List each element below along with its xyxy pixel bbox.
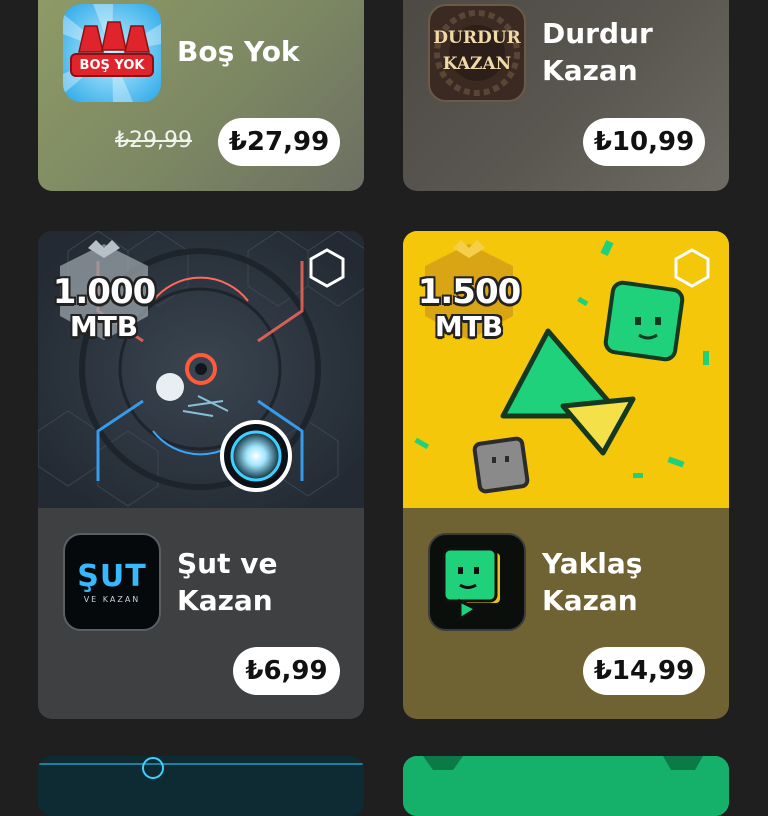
game-card-bos-yok[interactable]: BOŞ YOK Boş Yok ₺29,99 ₺27,99 — [38, 0, 364, 191]
game-card-durdur-kazan[interactable]: DURDUR KAZAN Durdur Kazan ₺10,99 — [403, 0, 729, 191]
durdur-icon-text-1: DURDUR — [433, 28, 521, 48]
yaklas-reward-amount: 1.500 — [417, 272, 522, 312]
yaklas-kazan-title: Yaklaş Kazan — [542, 545, 702, 619]
durdur-kazan-title-line2: Kazan — [542, 54, 638, 87]
durdur-kazan-title-line1: Durdur — [542, 17, 653, 50]
bos-yok-app-icon: BOŞ YOK — [63, 4, 161, 102]
yaklas-kazan-title-line2: Kazan — [542, 584, 638, 617]
yaklas-kazan-app-icon — [428, 533, 526, 631]
bos-yok-old-price: ₺29,99 — [115, 128, 192, 153]
game-card-partial-right[interactable] — [403, 756, 729, 816]
sut-icon-text-2: VE KAZAN — [83, 595, 141, 604]
sut-ve-kazan-title: Şut ve Kazan — [177, 545, 337, 619]
game-card-sut-ve-kazan[interactable]: 1.000 MTB ŞUT VE KAZAN Şut ve Kazan ₺6,9… — [38, 231, 364, 719]
sut-ve-kazan-title-line1: Şut ve — [177, 547, 278, 580]
yaklas-kazan-price-button[interactable]: ₺14,99 — [583, 647, 705, 695]
sut-reward-unit: MTB — [69, 310, 139, 343]
hexagon-icon — [674, 248, 710, 288]
sut-icon-text-1: ŞUT — [77, 559, 147, 594]
sut-ve-kazan-title-line2: Kazan — [177, 584, 273, 617]
sut-reward-badge: 1.000 MTB — [48, 236, 160, 346]
game-card-partial-left[interactable] — [38, 756, 364, 816]
yaklas-reward-badge: 1.500 MTB — [413, 236, 525, 346]
bos-yok-icon-text: BOŞ YOK — [79, 58, 145, 73]
sut-ve-kazan-price-button[interactable]: ₺6,99 — [233, 647, 340, 695]
sut-reward-amount: 1.000 — [52, 272, 157, 312]
bos-yok-title: Boş Yok — [177, 35, 300, 68]
game-card-yaklas-kazan[interactable]: 1.500 MTB Yaklaş Kazan ₺14,99 — [403, 231, 729, 719]
durdur-kazan-price-button[interactable]: ₺10,99 — [583, 118, 705, 166]
yaklas-kazan-title-line1: Yaklaş — [542, 547, 643, 580]
durdur-icon-text-2: KAZAN — [442, 54, 512, 74]
sut-ve-kazan-app-icon: ŞUT VE KAZAN — [63, 533, 161, 631]
bos-yok-price-button[interactable]: ₺27,99 — [218, 118, 340, 166]
hexagon-icon — [309, 248, 345, 288]
yaklas-reward-unit: MTB — [434, 310, 504, 343]
durdur-kazan-app-icon: DURDUR KAZAN — [428, 4, 526, 102]
durdur-kazan-title: Durdur Kazan — [542, 15, 702, 89]
